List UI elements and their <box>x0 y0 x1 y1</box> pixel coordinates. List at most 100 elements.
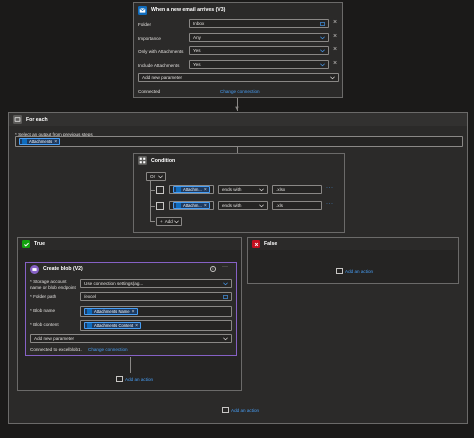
folder-field[interactable]: Inbox <box>189 19 329 28</box>
add-action-icon <box>336 268 343 274</box>
false-title: False <box>264 241 278 247</box>
true-header[interactable]: True <box>18 238 241 250</box>
more-options-icon[interactable]: ··· <box>326 185 334 191</box>
more-options-icon[interactable]: ··· <box>326 201 334 207</box>
group-bracket <box>150 181 151 221</box>
remove-include-attachments-icon[interactable]: × <box>332 60 338 67</box>
connected-label: Connected <box>138 88 161 94</box>
only-attachments-select[interactable]: Yes <box>189 46 329 55</box>
add-action-icon <box>222 407 229 413</box>
false-add-action-button[interactable]: Add an action <box>336 268 373 274</box>
chevron-down-icon <box>174 220 179 224</box>
remove-token-icon[interactable]: × <box>204 203 207 209</box>
condition-right-operand[interactable]: .xls <box>272 201 322 210</box>
token-label: Attachm... <box>183 203 202 208</box>
create-blob-header[interactable]: Create blob (V2) <box>26 263 236 275</box>
add-action-label: Add an action <box>125 376 154 382</box>
condition-card: Condition Or Attachm... × ends with .xls… <box>133 153 345 233</box>
blob-content-label: * Blob content <box>30 322 59 327</box>
outlook-icon <box>138 5 147 15</box>
blob-name-field[interactable]: Attachments Name × <box>80 306 232 317</box>
add-new-parameter-select[interactable]: Add new parameter <box>138 73 339 82</box>
blob-connected-label: Connected to excelblob1. <box>30 347 82 352</box>
include-attachments-select[interactable]: Yes <box>189 60 329 69</box>
chevron-down-icon <box>320 36 325 40</box>
add-new-parameter-label: Add new parameter <box>142 75 183 80</box>
condition-icon <box>138 156 147 165</box>
remove-token-icon[interactable]: × <box>132 309 135 315</box>
info-icon[interactable]: i <box>210 266 216 272</box>
token-label: Attachm... <box>183 187 202 192</box>
loop-icon <box>13 115 22 124</box>
folder-picker-icon[interactable] <box>223 295 228 299</box>
foreach-header[interactable]: For each <box>9 113 467 126</box>
attachments-content-token[interactable]: Attachments Content × <box>84 322 142 329</box>
add-condition-button[interactable]: + Add <box>156 217 182 226</box>
attachment-name-token[interactable]: Attachm... × <box>173 202 210 209</box>
condition-operator-select[interactable]: ends with <box>218 185 268 194</box>
condition-header[interactable]: Condition <box>134 154 344 167</box>
blob-content-field[interactable]: Attachments Content × <box>80 320 232 331</box>
chevron-down-icon <box>259 188 264 192</box>
remove-folder-icon[interactable]: × <box>332 19 338 26</box>
close-icon <box>252 240 260 248</box>
blob-add-new-parameter-select[interactable]: Add new parameter <box>30 334 232 343</box>
blob-storage-icon <box>30 264 39 274</box>
flow-designer-canvas: { "trigger": { "title": "When a new emai… <box>0 0 474 438</box>
true-branch: True Create blob (V2) i ··· * Storage ac… <box>17 237 242 391</box>
only-attachments-value: Yes <box>193 48 201 53</box>
outlook-icon <box>176 187 181 192</box>
attachments-name-token[interactable]: Attachments Name × <box>84 308 138 315</box>
operator-value: ends with <box>222 187 242 192</box>
folder-path-label: * Folder path <box>30 294 57 299</box>
remove-token-icon[interactable]: × <box>54 139 57 145</box>
row-checkbox[interactable] <box>156 202 164 210</box>
trigger-card: When a new email arrives (V3) Folder Inb… <box>133 2 343 98</box>
attachments-token[interactable]: Attachments × <box>19 138 61 145</box>
more-options-icon[interactable]: ··· <box>222 264 228 270</box>
token-label: Attachments Content <box>94 323 134 328</box>
folder-value: Inbox <box>193 21 205 26</box>
trigger-header[interactable]: When a new email arrives (V3) <box>134 3 342 17</box>
select-output-field[interactable]: Attachments × <box>15 136 463 147</box>
true-add-action-button[interactable]: Add an action <box>116 376 153 382</box>
add-label: Add <box>164 219 173 224</box>
remove-token-icon[interactable]: × <box>204 187 207 193</box>
blob-name-label: * Blob name <box>30 308 56 313</box>
condition-title: Condition <box>151 157 176 164</box>
importance-value: Any <box>193 35 201 40</box>
change-connection-link[interactable]: Change connection <box>220 89 260 94</box>
attachments-token-label: Attachments <box>29 139 53 144</box>
importance-select[interactable]: Any <box>189 33 329 42</box>
attachment-name-token[interactable]: Attachm... × <box>173 186 210 193</box>
chevron-down-icon <box>259 204 264 208</box>
condition-operator-select[interactable]: ends with <box>218 201 268 210</box>
outlook-icon <box>87 323 92 328</box>
folder-picker-icon[interactable] <box>320 22 325 26</box>
storage-account-select[interactable]: Use connection settings(ag... <box>80 279 232 288</box>
foreach-add-action-button[interactable]: Add an action <box>222 407 259 413</box>
or-operator-select[interactable]: Or <box>146 172 166 181</box>
include-attachments-label: Include Attachments <box>138 62 180 68</box>
group-bracket <box>150 206 155 207</box>
importance-label: Importance <box>138 35 161 41</box>
remove-token-icon[interactable]: × <box>135 323 138 329</box>
storage-account-value: Use connection settings(ag... <box>84 281 144 286</box>
blob-change-connection-link[interactable]: Change connection <box>88 347 128 352</box>
chevron-down-icon <box>223 337 228 341</box>
chevron-down-icon <box>158 175 163 179</box>
false-header[interactable]: False <box>248 238 458 250</box>
condition-left-operand[interactable]: Attachm... × <box>169 185 214 194</box>
remove-only-attachments-icon[interactable]: × <box>332 46 338 53</box>
chevron-down-icon <box>330 76 335 80</box>
chevron-down-icon <box>320 63 325 67</box>
include-attachments-value: Yes <box>193 62 201 67</box>
chevron-down-icon <box>223 282 228 286</box>
folder-path-field[interactable]: /excel <box>80 292 232 301</box>
group-bracket <box>150 221 155 222</box>
remove-importance-icon[interactable]: × <box>332 33 338 40</box>
group-bracket <box>150 190 155 191</box>
condition-right-operand[interactable]: .xlsx <box>272 185 322 194</box>
row-checkbox[interactable] <box>156 186 164 194</box>
condition-left-operand[interactable]: Attachm... × <box>169 201 214 210</box>
